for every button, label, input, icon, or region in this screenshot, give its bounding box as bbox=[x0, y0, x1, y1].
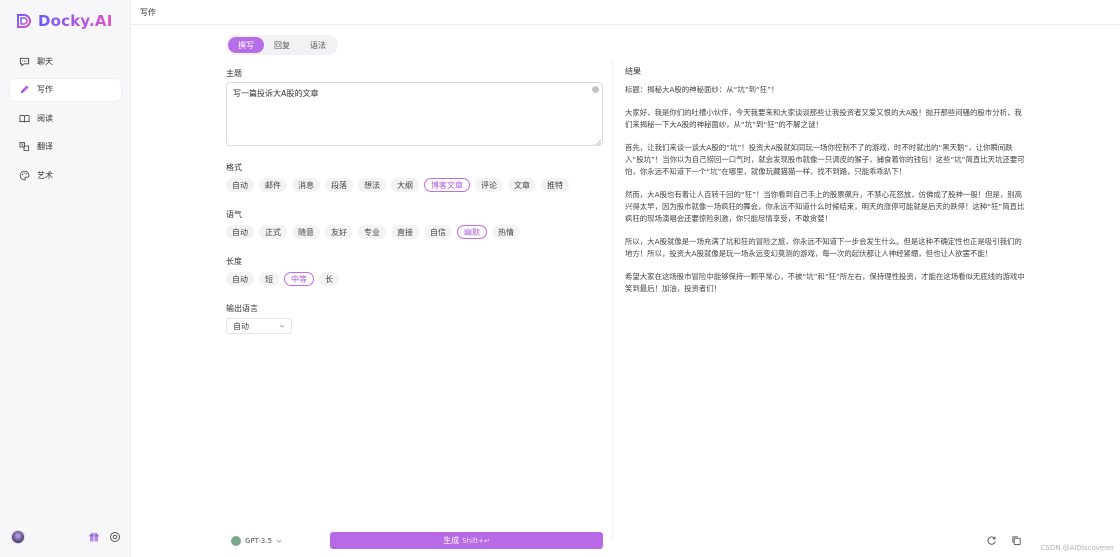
format-chip[interactable]: 消息 bbox=[292, 178, 320, 192]
sidebar-item-reading[interactable]: 阅读 bbox=[10, 107, 121, 129]
tone-label: 语气 bbox=[226, 210, 242, 219]
tab-compose[interactable]: 撰写 bbox=[228, 37, 264, 53]
page-title: 写作 bbox=[140, 8, 156, 17]
format-chip[interactable]: 大纲 bbox=[391, 178, 419, 192]
format-options: 自动 邮件 消息 段落 想法 大纲 博客文章 评论 文章 推特 bbox=[226, 178, 569, 192]
watermark: CSDN @AIDiscoverer bbox=[1040, 544, 1114, 552]
tone-chip[interactable]: 随意 bbox=[292, 225, 320, 239]
user-avatar[interactable] bbox=[11, 530, 25, 544]
header-divider bbox=[131, 24, 1120, 25]
sidebar-item-chat[interactable]: 聊天 bbox=[10, 50, 121, 72]
format-chip-selected[interactable]: 博客文章 bbox=[424, 178, 470, 192]
sidebar-item-translate[interactable]: 翻译 bbox=[10, 136, 121, 158]
sidebar-item-label: 翻译 bbox=[37, 142, 53, 151]
chevron-down-icon bbox=[276, 539, 282, 543]
settings-icon[interactable] bbox=[109, 531, 121, 543]
tone-chip-selected[interactable]: 幽默 bbox=[457, 225, 487, 239]
model-label: GPT-3.5 bbox=[245, 536, 272, 545]
result-paragraph: 然而，大A股也有着让人百转千回的“狂”！当你看到自己手上的股票飙升，不禁心花怒放… bbox=[625, 190, 1025, 223]
chevron-down-icon bbox=[279, 324, 285, 328]
length-chip[interactable]: 长 bbox=[319, 272, 339, 286]
sidebar-item-writing[interactable]: 写作 bbox=[10, 78, 121, 101]
tone-chip[interactable]: 热情 bbox=[492, 225, 520, 239]
sidebar: Docky.AI 聊天 写作 阅读 翻译 艺术 bbox=[0, 0, 131, 557]
result-paragraph: 所以，大A股就像是一场充满了坑和狂的冒险之旅，你永远不知道下一步会发生什么。但是… bbox=[625, 237, 1022, 258]
sidebar-item-label: 写作 bbox=[37, 85, 53, 94]
generate-shortcut-hint: Shift+↵ bbox=[462, 536, 490, 545]
tab-reply[interactable]: 回复 bbox=[264, 37, 300, 53]
resize-handle-icon[interactable] bbox=[595, 139, 601, 145]
copy-icon[interactable] bbox=[1011, 535, 1022, 546]
sidebar-item-label: 阅读 bbox=[37, 113, 53, 123]
format-chip[interactable]: 段落 bbox=[325, 178, 353, 192]
sidebar-nav: 聊天 写作 阅读 翻译 艺术 bbox=[10, 50, 121, 193]
length-chip-selected[interactable]: 中等 bbox=[284, 272, 314, 286]
format-chip[interactable]: 自动 bbox=[226, 178, 254, 192]
sidebar-item-label: 聊天 bbox=[37, 56, 53, 66]
format-chip[interactable]: 评论 bbox=[475, 178, 503, 192]
length-chip[interactable]: 短 bbox=[259, 272, 279, 286]
result-label: 结果 bbox=[625, 67, 641, 76]
output-language-select[interactable]: 自动 bbox=[226, 318, 292, 334]
length-label: 长度 bbox=[226, 257, 242, 266]
docky-logo-icon bbox=[17, 14, 31, 28]
palette-icon bbox=[19, 170, 30, 180]
tone-chip[interactable]: 直接 bbox=[391, 225, 419, 239]
clear-icon[interactable] bbox=[592, 86, 599, 93]
result-paragraph: 希望大家在这场股市冒险中能够保持一颗平常心，不被“坑”和“狂”所左右，保持理性投… bbox=[625, 272, 1025, 293]
app-name: Docky.AI bbox=[38, 12, 113, 30]
tone-chip[interactable]: 友好 bbox=[325, 225, 353, 239]
result-panel: 结果 标题：揭秘大A股的神秘面纱：从“坑”到“狂”！ 大家好，我是你们的吐槽小伙… bbox=[625, 66, 1025, 306]
openai-icon bbox=[231, 535, 241, 546]
length-options: 自动 短 中等 长 bbox=[226, 272, 339, 286]
length-chip[interactable]: 自动 bbox=[226, 272, 254, 286]
format-chip[interactable]: 推特 bbox=[541, 178, 569, 192]
logo[interactable]: Docky.AI bbox=[16, 12, 113, 30]
sidebar-item-label: 艺术 bbox=[37, 170, 53, 180]
tone-chip[interactable]: 自动 bbox=[226, 225, 254, 239]
chat-icon bbox=[19, 57, 30, 67]
tone-chip[interactable]: 正式 bbox=[259, 225, 287, 239]
topic-input[interactable]: 写一篇投诉大A股的文章 bbox=[226, 82, 603, 146]
result-paragraph: 大家好，我是你们的吐槽小伙伴，今天我要来和大家谈谈那些让我投资者又爱又恨的大A股… bbox=[625, 108, 1022, 129]
format-chip[interactable]: 文章 bbox=[508, 178, 536, 192]
tone-chip[interactable]: 专业 bbox=[358, 225, 386, 239]
output-language-label: 输出语言 bbox=[226, 304, 258, 313]
mode-tabs: 撰写 回复 语法 bbox=[226, 35, 338, 55]
output-language-value: 自动 bbox=[233, 321, 249, 331]
pen-icon bbox=[20, 85, 29, 94]
format-chip[interactable]: 想法 bbox=[358, 178, 386, 192]
generate-label: 生成 bbox=[443, 536, 460, 545]
refresh-icon[interactable] bbox=[986, 535, 997, 546]
tone-chip[interactable]: 自信 bbox=[424, 225, 452, 239]
result-paragraph: 标题：揭秘大A股的神秘面纱：从“坑”到“狂”！ bbox=[625, 85, 779, 94]
model-selector[interactable]: GPT-3.5 bbox=[226, 532, 287, 549]
translate-icon bbox=[19, 141, 30, 152]
book-icon bbox=[19, 114, 30, 122]
tone-options: 自动 正式 随意 友好 专业 直接 自信 幽默 热情 bbox=[226, 225, 520, 239]
format-chip[interactable]: 邮件 bbox=[259, 178, 287, 192]
gift-icon[interactable] bbox=[88, 531, 100, 543]
generate-button[interactable]: 生成 Shift+↵ bbox=[330, 532, 603, 549]
panel-divider bbox=[612, 60, 613, 540]
tab-grammar[interactable]: 语法 bbox=[300, 37, 336, 53]
sidebar-item-art[interactable]: 艺术 bbox=[10, 164, 121, 186]
result-paragraph: 首先，让我们来谈一谈大A股的“坑”！投资大A股就如同玩一场你控制不了的游戏，时不… bbox=[625, 143, 1025, 176]
format-label: 格式 bbox=[226, 163, 242, 172]
topic-label: 主题 bbox=[226, 69, 242, 78]
